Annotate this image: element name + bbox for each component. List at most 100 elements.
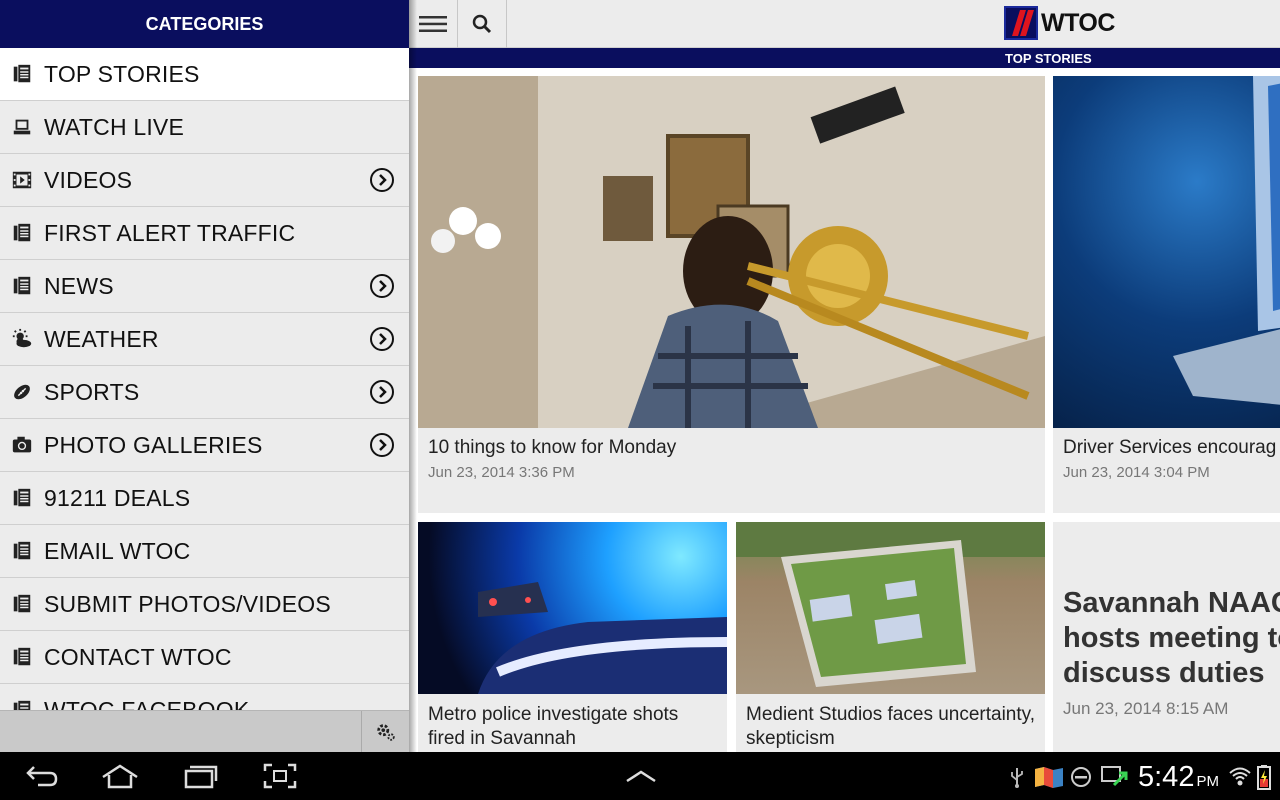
story-photo [418, 522, 727, 694]
app-toolbar: WTOC [409, 0, 1280, 48]
category-weather[interactable]: WEATHER [0, 313, 409, 366]
story-card[interactable]: Medient Studios faces uncertainty, skept… [736, 522, 1045, 752]
status-clock: 5:42 PM [1138, 761, 1219, 794]
chevron-right-circle-icon[interactable] [369, 167, 395, 193]
hamburger-menu-icon [419, 16, 447, 32]
wtoc-logo[interactable]: WTOC [1004, 6, 1115, 40]
home-icon [102, 764, 138, 789]
categories-drawer: CATEGORIES TOP STORIES WATCH LIVE VIDEOS… [0, 0, 409, 752]
category-label: VIDEOS [44, 166, 133, 193]
recent-apps-icon [184, 765, 218, 789]
screenshot-button[interactable] [260, 760, 300, 792]
wifi-icon [1229, 767, 1251, 786]
story-title: Savannah NAAC hosts meeting to discuss d… [1063, 586, 1280, 691]
sun-cloud-icon [0, 328, 44, 350]
categories-header: CATEGORIES [0, 0, 409, 48]
category-videos[interactable]: VIDEOS [0, 154, 409, 207]
category-top-stories[interactable]: TOP STORIES [0, 48, 409, 101]
film-icon [0, 169, 44, 191]
category-list[interactable]: TOP STORIES WATCH LIVE VIDEOS FIRST ALER… [0, 48, 409, 710]
settings-button[interactable] [361, 711, 409, 752]
document-icon [0, 222, 44, 244]
category-submit-photos-videos[interactable]: SUBMIT PHOTOS/VIDEOS [0, 578, 409, 631]
category-email-wtoc[interactable]: EMAIL WTOC [0, 525, 409, 578]
story-photo [418, 76, 1045, 428]
story-photo [736, 522, 1045, 694]
story-date: Jun 23, 2014 8:15 AM [1063, 699, 1229, 718]
main-content: WTOC TOP STORIES 10 things to know for M… [409, 0, 1280, 752]
category-label: PHOTO GALLERIES [44, 431, 263, 458]
logo-text: WTOC [1041, 8, 1115, 37]
drawer-footer [0, 710, 409, 752]
map-icon [1035, 767, 1063, 788]
section-title: TOP STORIES [1005, 51, 1092, 66]
laptop-icon [0, 116, 44, 138]
story-title: Metro police investigate shots fired in … [428, 704, 679, 749]
document-icon [0, 699, 44, 710]
story-photo [1053, 76, 1280, 428]
category-label: 91211 DEALS [44, 484, 191, 511]
chevron-right-circle-icon[interactable] [369, 432, 395, 458]
document-icon [0, 540, 44, 562]
story-card[interactable]: Savannah NAAC hosts meeting to discuss d… [1053, 522, 1280, 752]
chevron-up-icon [626, 770, 656, 783]
camera-icon [0, 434, 44, 456]
chevron-right-circle-icon[interactable] [369, 326, 395, 352]
do-not-disturb-icon [1071, 767, 1091, 787]
document-icon [0, 275, 44, 297]
story-card[interactable]: Metro police investigate shots fired in … [418, 522, 727, 752]
category-sports[interactable]: SPORTS [0, 366, 409, 419]
category-wtoc-facebook[interactable]: WTOC FACEBOOK [0, 684, 409, 710]
clock-ampm: PM [1196, 773, 1219, 790]
sync-icon [1101, 766, 1128, 787]
back-icon [26, 766, 58, 787]
story-grid: 10 things to know for Monday Jun 23, 201… [409, 68, 1280, 752]
category-label: SPORTS [44, 378, 140, 405]
category-first-alert-traffic[interactable]: FIRST ALERT TRAFFIC [0, 207, 409, 260]
category-label: TOP STORIES [44, 60, 200, 87]
clock-time: 5:42 [1138, 761, 1195, 793]
usb-icon [1011, 768, 1023, 788]
document-icon [0, 593, 44, 615]
document-icon [0, 487, 44, 509]
category-label: WTOC FACEBOOK [44, 696, 250, 711]
section-bar: TOP STORIES [409, 48, 1280, 68]
battery-icon [1257, 765, 1271, 790]
story-date: Jun 23, 2014 3:04 PM [1063, 464, 1210, 481]
story-title-line: Savannah NAAC [1063, 587, 1280, 619]
categories-title: CATEGORIES [145, 13, 264, 34]
category-label: WATCH LIVE [44, 113, 185, 140]
story-date: Jun 23, 2014 3:36 PM [428, 464, 575, 481]
story-card[interactable]: Driver Services encourag Jun 23, 2014 3:… [1053, 76, 1280, 513]
gear-icon [376, 724, 395, 741]
search-button[interactable] [458, 0, 507, 48]
document-icon [0, 646, 44, 668]
story-title: Medient Studios faces uncertainty, skept… [746, 704, 1036, 749]
category-photo-galleries[interactable]: PHOTO GALLERIES [0, 419, 409, 472]
back-button[interactable] [20, 760, 64, 792]
category-label: NEWS [44, 272, 114, 299]
category-news[interactable]: NEWS [0, 260, 409, 313]
category-watch-live[interactable]: WATCH LIVE [0, 101, 409, 154]
chevron-right-circle-icon[interactable] [369, 379, 395, 405]
category-label: EMAIL WTOC [44, 537, 191, 564]
story-title-line: discuss duties [1063, 657, 1265, 689]
story-title: 10 things to know for Monday [428, 437, 677, 458]
category-91211-deals[interactable]: 91211 DEALS [0, 472, 409, 525]
recent-apps-button[interactable] [180, 760, 220, 792]
home-button[interactable] [98, 760, 142, 792]
category-label: SUBMIT PHOTOS/VIDEOS [44, 590, 331, 617]
wtoc-logo-mark [1004, 6, 1038, 40]
category-label: FIRST ALERT TRAFFIC [44, 219, 296, 246]
search-icon [472, 14, 492, 34]
menu-button[interactable] [409, 0, 458, 48]
story-card[interactable]: 10 things to know for Monday Jun 23, 201… [418, 76, 1045, 513]
screenshot-icon [263, 763, 297, 789]
chevron-right-circle-icon[interactable] [369, 273, 395, 299]
football-icon [0, 381, 44, 403]
app-drawer-handle[interactable] [622, 760, 660, 792]
system-navigation-bar: 5:42 PM [0, 752, 1280, 800]
category-contact-wtoc[interactable]: CONTACT WTOC [0, 631, 409, 684]
category-label: WEATHER [44, 325, 159, 352]
story-title: Driver Services encourag [1063, 437, 1277, 458]
